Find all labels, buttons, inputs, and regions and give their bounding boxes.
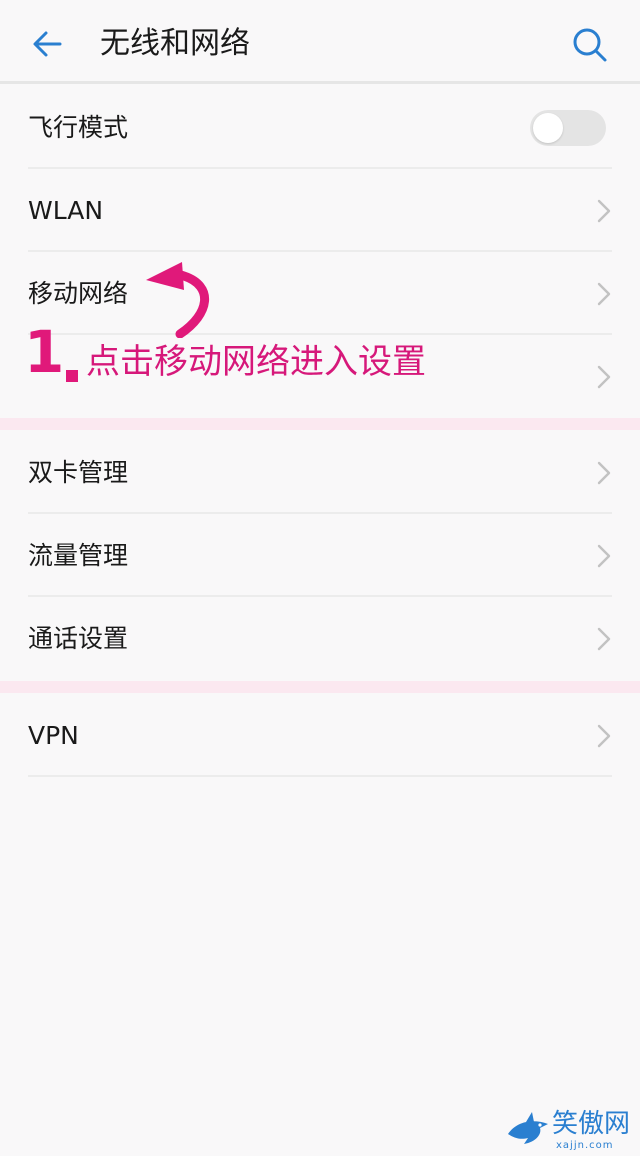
annotation-arrow-icon	[146, 262, 209, 338]
page-title: 无线和网络	[100, 26, 250, 61]
annotation-instruction: 点击移动网络进入设置	[86, 340, 426, 384]
settings-row-call-settings[interactable]: 通话设置	[0, 597, 640, 680]
settings-row-data-usage[interactable]: 流量管理	[0, 514, 640, 597]
settings-row-dual-sim[interactable]: 双卡管理	[0, 431, 640, 514]
settings-row-wlan[interactable]: WLAN	[0, 169, 640, 252]
row-label: 流量管理	[28, 541, 129, 570]
toggle-knob	[533, 113, 563, 143]
watermark-subtext: xajjn.com	[556, 1140, 614, 1151]
airplane-mode-toggle[interactable]	[530, 110, 606, 146]
divider	[28, 775, 612, 777]
app-header: 无线和网络	[0, 0, 640, 84]
chevron-right-icon	[597, 627, 611, 651]
chevron-right-icon	[597, 199, 611, 223]
row-label: 双卡管理	[28, 458, 129, 487]
chevron-right-icon	[597, 365, 611, 389]
row-label: WLAN	[28, 196, 104, 225]
chevron-right-icon	[597, 544, 611, 568]
settings-row-airplane-mode[interactable]: 飞行模式	[0, 86, 640, 169]
group-separator	[0, 681, 640, 693]
settings-row-mobile-network[interactable]: 移动网络	[0, 252, 640, 335]
row-label: VPN	[28, 721, 79, 750]
annotation-step-dot	[66, 370, 78, 382]
watermark-text: 笑傲网	[552, 1109, 631, 1139]
back-arrow-icon[interactable]	[26, 22, 70, 66]
row-label: 飞行模式	[28, 113, 129, 142]
shark-logo-icon	[508, 1112, 548, 1144]
search-icon[interactable]	[567, 22, 611, 66]
group-separator	[0, 418, 640, 430]
row-label: 通话设置	[28, 624, 129, 653]
chevron-right-icon	[597, 282, 611, 306]
chevron-right-icon	[597, 461, 611, 485]
chevron-right-icon	[597, 724, 611, 748]
settings-row-vpn[interactable]: VPN	[0, 694, 640, 777]
watermark: 笑傲网 xajjn.com	[500, 1104, 640, 1156]
annotation-step-number: 1	[24, 318, 65, 386]
